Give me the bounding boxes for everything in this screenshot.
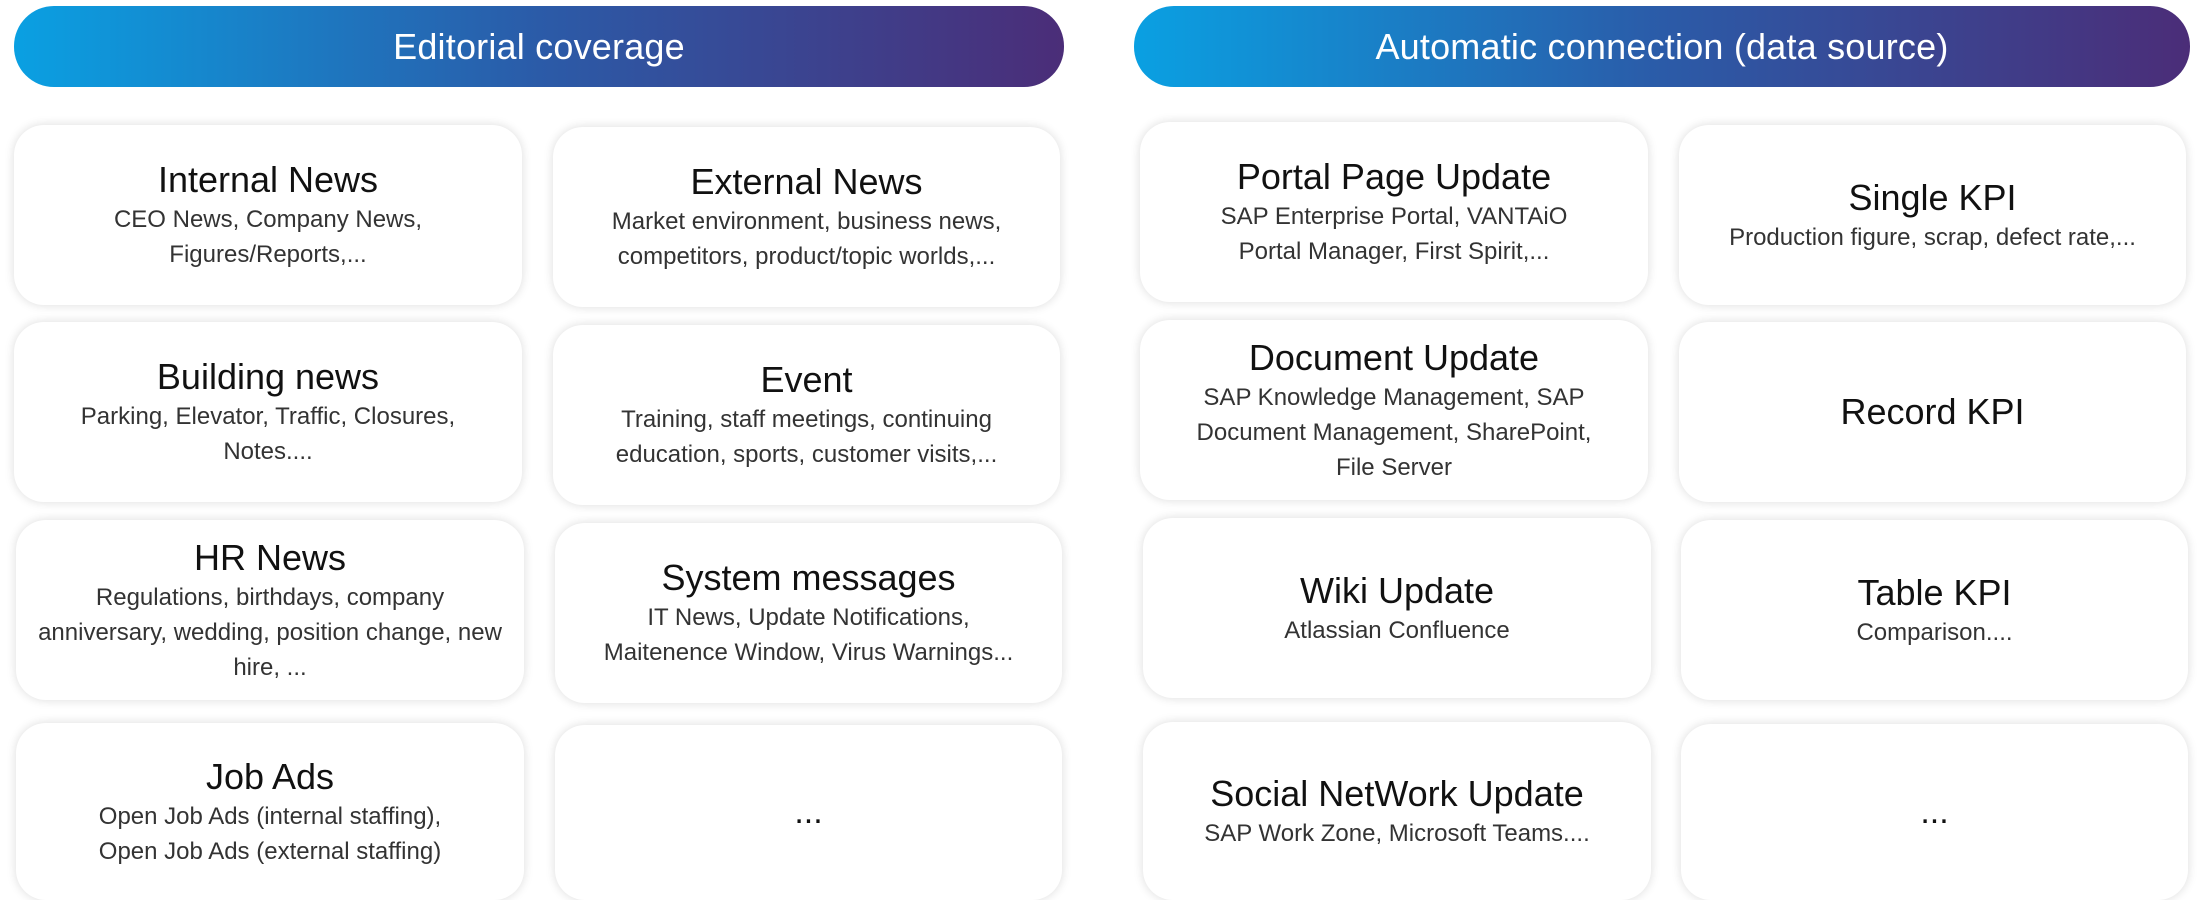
card-description: Open Job Ads (internal staffing), Open J…	[98, 802, 442, 865]
ellipsis-label: ...	[1920, 792, 1949, 831]
card-title: System messages	[661, 557, 956, 598]
card-description: Comparison....	[1856, 618, 2013, 646]
card-description: SAP Work Zone, Microsoft Teams....	[1204, 819, 1590, 847]
card-title: Table KPI	[1857, 571, 2012, 613]
card-more-editorial: ...	[555, 725, 1062, 900]
card-title: Internal News	[157, 159, 379, 200]
card-title: Record KPI	[1840, 391, 2025, 432]
card-description: SAP Enterprise Portal, VANTAiO Portal Ma…	[1220, 203, 1568, 265]
ellipsis-label: ...	[794, 793, 823, 831]
card-event: Event Training, staff meetings, continui…	[553, 325, 1060, 505]
card-title: Social NetWork Update	[1210, 772, 1584, 814]
editorial-coverage-header: Editorial coverage	[14, 6, 1064, 87]
card-hr-news: HR News Regulations, birthdays, company …	[16, 520, 524, 700]
card-internal-news: Internal News CEO News, Company News, Fi…	[14, 125, 522, 305]
card-document-update: Document Update SAP Knowledge Management…	[1140, 320, 1648, 500]
card-title: Single KPI	[1848, 176, 2017, 218]
card-wiki-update: Wiki Update Atlassian Confluence	[1143, 518, 1651, 698]
card-description: Training, staff meetings, continuing edu…	[615, 406, 998, 468]
card-description: SAP Knowledge Management, SAP Document M…	[1196, 383, 1592, 481]
card-single-kpi: Single KPI Production figure, scrap, def…	[1679, 125, 2186, 305]
card-description: Market environment, business news, compe…	[611, 208, 1002, 270]
card-building-news: Building news Parking, Elevator, Traffic…	[14, 322, 522, 502]
card-record-kpi: Record KPI	[1679, 322, 2186, 502]
card-portal-page-update: Portal Page Update SAP Enterprise Portal…	[1140, 122, 1648, 302]
card-description: Parking, Elevator, Traffic, Closures, No…	[80, 403, 456, 465]
card-title: External News	[690, 161, 923, 202]
card-description: IT News, Update Notifications, Maitenenc…	[603, 604, 1014, 666]
card-description: Production figure, scrap, defect rate,..…	[1729, 223, 2136, 251]
card-title: Portal Page Update	[1236, 156, 1552, 197]
card-title: Building news	[156, 356, 380, 397]
card-job-ads: Job Ads Open Job Ads (internal staffing)…	[16, 723, 524, 900]
card-system-messages: System messages IT News, Update Notifica…	[555, 523, 1062, 703]
card-table-kpi: Table KPI Comparison....	[1681, 520, 2188, 700]
card-more-automatic: ...	[1681, 724, 2188, 900]
card-external-news: External News Market environment, busine…	[553, 127, 1060, 307]
card-description: Regulations, birthdays, company annivers…	[38, 583, 502, 681]
card-title: Event	[760, 359, 853, 400]
card-title: HR News	[193, 536, 346, 578]
card-social-network-update: Social NetWork Update SAP Work Zone, Mic…	[1143, 722, 1651, 900]
card-description: Atlassian Confluence	[1284, 616, 1510, 644]
card-description: CEO News, Company News, Figures/Reports,…	[113, 206, 423, 268]
card-title: Wiki Update	[1299, 569, 1495, 611]
automatic-connection-header: Automatic connection (data source)	[1134, 6, 2190, 87]
card-title: Job Ads	[205, 755, 335, 797]
card-title: Document Update	[1248, 336, 1540, 378]
